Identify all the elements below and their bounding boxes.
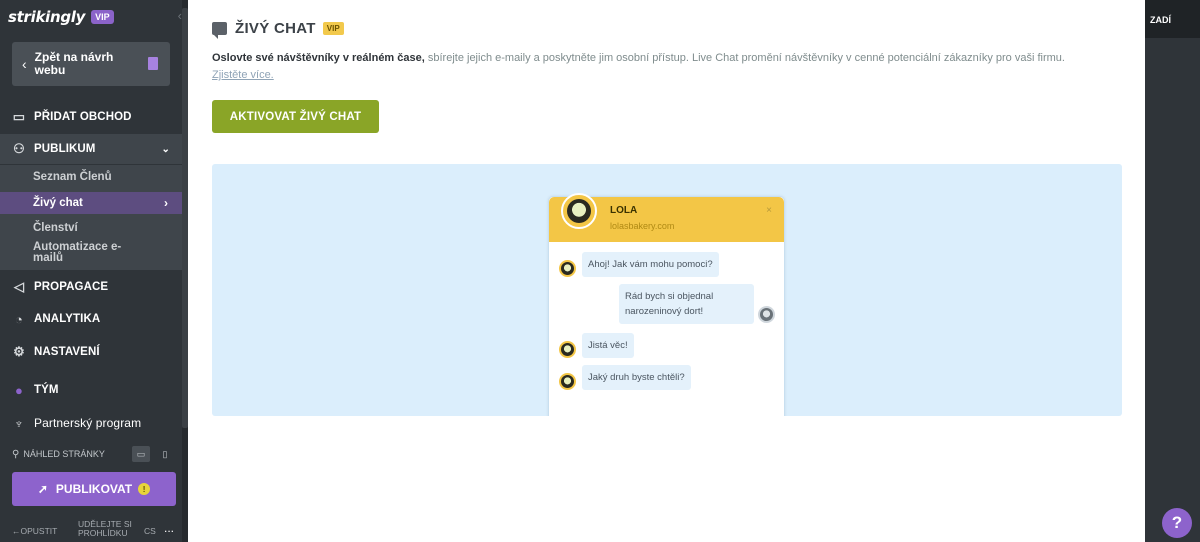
megaphone-icon: ◁: [13, 279, 25, 294]
document-icon: [148, 57, 158, 70]
learn-more-link[interactable]: Zjistěte více.: [212, 69, 274, 81]
nav-promotion-label: PROPAGACE: [34, 281, 109, 293]
agent-name: LOLA: [610, 205, 638, 216]
vip-badge: VIP: [322, 22, 344, 35]
publish-label: PUBLIKOVAT: [55, 482, 133, 496]
description-text: sbírejte jejich e-maily a poskytněte jim…: [424, 52, 1065, 64]
trophy-icon: ♆: [14, 415, 24, 431]
sidebar-item-membership[interactable]: Členství: [0, 222, 182, 234]
sidebar: strikingly VIP ‹ ‹ Zpět na návrh webu ▭ …: [0, 0, 188, 542]
sidebar-item-email-automation[interactable]: Automatizace e-mailů: [0, 241, 150, 264]
description-bold: Oslovte své návštěvníky v reálném čase,: [212, 52, 425, 64]
gear-icon: ⚙: [13, 344, 25, 359]
sidebar-item-members[interactable]: Seznam Členů: [0, 171, 182, 183]
page-title: ŽIVÝ CHAT: [235, 20, 316, 37]
team-icon: ●: [15, 382, 23, 398]
exit-link[interactable]: ← OPUSTIT: [12, 526, 57, 536]
exit-label: OPUSTIT: [20, 526, 58, 536]
more-options-button[interactable]: ...: [164, 521, 174, 535]
nav-audience-label: PUBLIKUM: [34, 143, 96, 155]
chevron-left-icon: ‹: [22, 56, 27, 72]
nav-team-label: TÝM: [34, 384, 59, 396]
nav-audience[interactable]: ⚇ PUBLIKUM ⌄: [0, 134, 182, 164]
publish-button[interactable]: ➚ PUBLIKOVAT !: [12, 472, 176, 506]
page-preview-label: NÁHLED STRÁNKY: [23, 449, 105, 459]
warning-icon: !: [138, 483, 151, 495]
pie-chart-icon: ◔: [15, 311, 23, 327]
close-icon[interactable]: ×: [766, 205, 772, 216]
back-button-label: Zpět na návrh webu: [34, 50, 114, 77]
live-chat-preview: LOLA lolasbakery.com × Ahoj! Jak vám moh…: [212, 164, 1122, 416]
chat-message-agent: Jaký druh byste chtěli?: [582, 365, 691, 390]
chat-widget-header: LOLA lolasbakery.com ×: [549, 193, 784, 242]
main-panel: ŽIVÝ CHAT VIP Oslovte své návštěvníky v …: [188, 0, 1145, 542]
rocket-icon: ➚: [37, 482, 48, 496]
right-toolbar: ZADÍ: [1145, 0, 1200, 38]
search-icon: ⚲: [12, 448, 20, 460]
mobile-preview-button[interactable]: ▯: [156, 446, 174, 462]
language-switch[interactable]: CS: [144, 526, 156, 536]
nav-analytics-label: ANALYTIKA: [34, 313, 101, 325]
nav-settings-label: NASTAVENÍ: [34, 346, 100, 358]
nav-settings[interactable]: ⚙ NASTAVENÍ: [0, 337, 182, 367]
agent-avatar-small: [559, 341, 576, 358]
agent-avatar: [561, 193, 597, 229]
nav-add-store[interactable]: ▭ PŘIDAT OBCHOD: [0, 102, 182, 132]
people-icon: ⚇: [13, 141, 25, 156]
live-chat-label: Živý chat: [33, 197, 83, 209]
store-icon: ▭: [12, 109, 26, 124]
sidebar-header: strikingly VIP ‹: [0, 0, 188, 34]
take-tour-link[interactable]: UDĚLEJTE SI PROHLÍDKU: [78, 520, 138, 538]
chevron-down-icon: ⌄: [161, 143, 170, 155]
sidebar-footer: ← OPUSTIT UDĚLEJTE SI PROHLÍDKU CS ...: [12, 520, 182, 542]
agent-face-icon: [567, 199, 591, 223]
nav-partner-program[interactable]: ♆ Partnerský program: [0, 408, 182, 438]
right-toolbar-label[interactable]: ZADÍ: [1150, 15, 1171, 25]
agent-avatar-small: [559, 260, 576, 277]
page-header: ŽIVÝ CHAT VIP: [212, 20, 344, 39]
chat-icon: [212, 22, 227, 39]
desktop-preview-button[interactable]: ▭: [132, 446, 150, 462]
chevron-right-icon: ›: [164, 196, 168, 210]
nav-partner-label: Partnerský program: [34, 416, 142, 430]
chat-message-user: Rád bych si objednal narozeninový dort!: [619, 284, 754, 324]
help-button[interactable]: ?: [1162, 508, 1192, 538]
user-avatar-small: [758, 306, 775, 323]
nav-team[interactable]: ● TÝM: [0, 375, 182, 405]
activate-live-chat-button[interactable]: AKTIVOVAT ŽIVÝ CHAT: [212, 100, 379, 133]
right-panel: ZADÍ ?: [1145, 0, 1200, 542]
nav-promotion[interactable]: ◁ PROPAGACE: [0, 272, 182, 302]
page-preview-row: ⚲ NÁHLED STRÁNKY ▭ ▯: [12, 446, 174, 462]
agent-site: lolasbakery.com: [610, 221, 675, 231]
chat-message-agent: Jistá věc!: [582, 333, 634, 358]
chat-widget: LOLA lolasbakery.com × Ahoj! Jak vám moh…: [548, 193, 785, 416]
strikingly-logo[interactable]: strikingly: [8, 8, 85, 26]
back-to-editor-button[interactable]: ‹ Zpět na návrh webu: [12, 42, 170, 86]
vip-badge: VIP: [91, 10, 114, 24]
nav-analytics[interactable]: ◔ ANALYTIKA: [0, 304, 182, 334]
agent-avatar-small: [559, 373, 576, 390]
chat-message-agent: Ahoj! Jak vám mohu pomoci?: [582, 252, 719, 277]
nav-add-store-label: PŘIDAT OBCHOD: [34, 111, 132, 123]
page-description: Oslovte své návštěvníky v reálném čase, …: [212, 50, 1112, 84]
sidebar-item-live-chat[interactable]: Živý chat ›: [0, 192, 182, 214]
